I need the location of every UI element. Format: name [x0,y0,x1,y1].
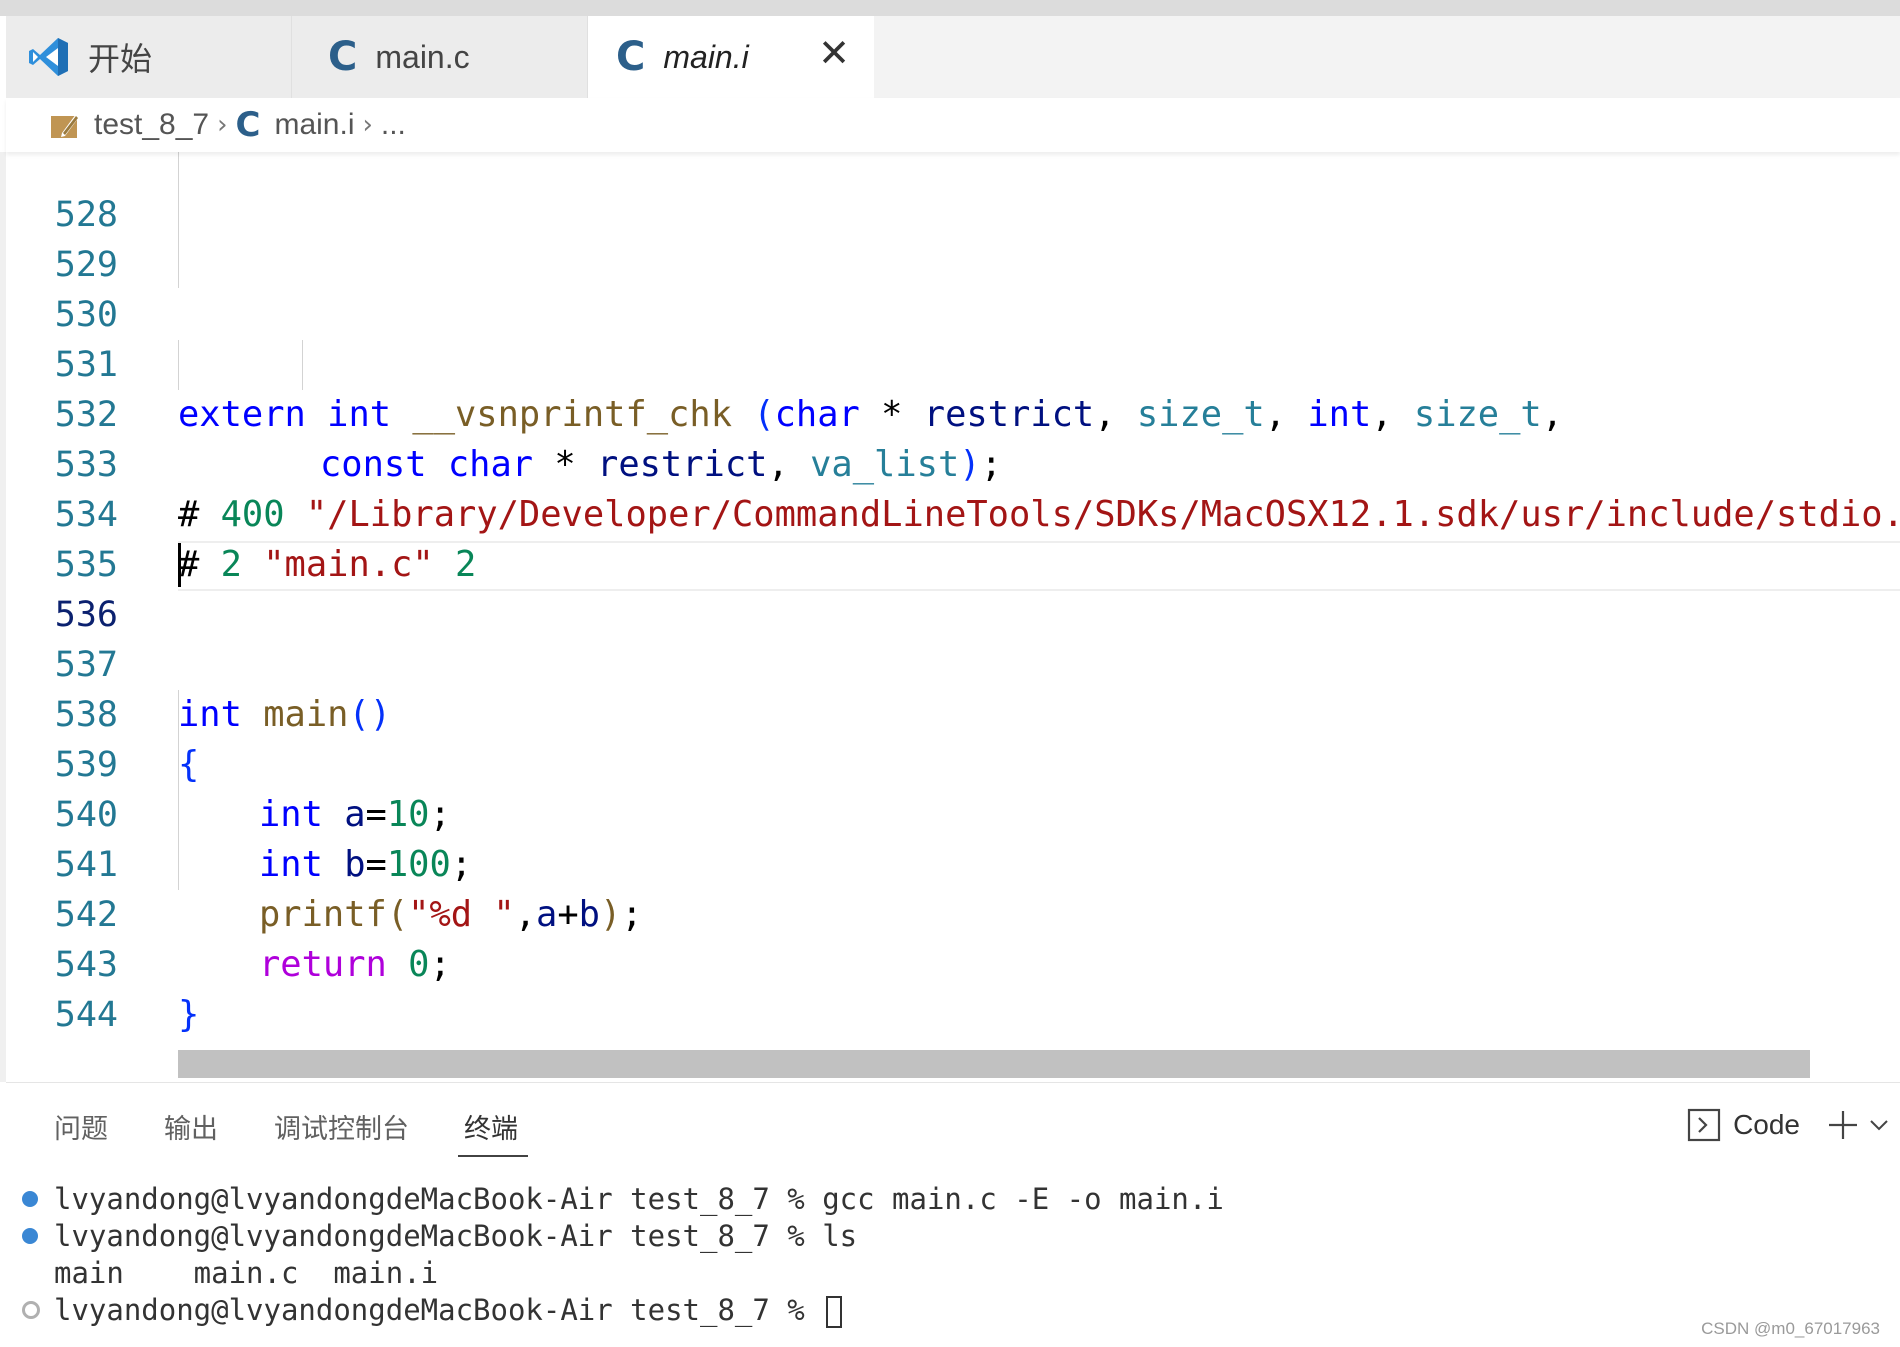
code-line: 532 const char * restrict, va_list); [6,340,1900,485]
code-line: 538 { [6,640,1900,785]
editor-tab-bar: 开始 C main.c C main.i ✕ [6,16,1900,98]
c-file-icon: C [616,34,646,80]
c-file-icon: C [235,105,261,145]
breadcrumb: test_8_7 › C main.i › ... [6,98,1900,152]
terminal-controls: Code [1687,1103,1900,1147]
breadcrumb-folder[interactable]: test_8_7 [94,108,209,142]
code-line: 533 # 400 "/Library/Developer/CommandLin… [6,390,1900,535]
tab-terminal[interactable]: 终端 [464,1107,518,1146]
terminal-cursor [826,1296,843,1328]
folder-icon [51,114,79,138]
command-success-dot[interactable] [22,1228,38,1244]
watermark: CSDN @m0_67017963 [1701,1319,1880,1338]
terminal-icon [1687,1108,1721,1142]
tab-welcome[interactable]: 开始 [6,16,292,98]
code-line: 529 [6,190,1900,285]
code-line: 531 extern int __vsnprintf_chk (char * r… [6,290,1900,435]
code-line: 530 [6,240,1900,335]
tab-debug-console[interactable]: 调试控制台 [274,1107,409,1146]
terminal-line: main main.c main.i [54,1256,439,1290]
code-editor[interactable]: 528 529 530 531 extern int __vsnprintf_c… [6,152,1900,1082]
command-success-dot[interactable] [22,1191,38,1207]
terminal-line: lvyandong@lvyandongdeMacBook-Air test_8_… [54,1182,1224,1216]
terminal-line: lvyandong@lvyandongdeMacBook-Air test_8_… [54,1219,858,1253]
tab-main-i[interactable]: C main.i ✕ [588,16,874,98]
terminal-name[interactable]: Code [1733,1109,1800,1141]
code-line: 528 [6,152,1900,235]
text-cursor [178,543,181,587]
chevron-right-icon: › [362,110,373,140]
terminal-prompt-line[interactable]: lvyandong@lvyandongdeMacBook-Air test_8_… [54,1291,843,1329]
tab-problems[interactable]: 问题 [54,1107,108,1146]
tab-main-i-label: main.i [663,38,749,75]
line-number: 544 [54,995,118,1035]
tab-welcome-label: 开始 [88,41,153,77]
vscode-logo-icon [29,38,68,76]
close-tab-icon[interactable]: ✕ [818,34,850,72]
chevron-down-icon[interactable] [1866,1108,1892,1142]
tab-output[interactable]: 输出 [164,1107,218,1146]
terminal-prompt: lvyandong@lvyandongdeMacBook-Air test_8_… [54,1293,823,1327]
horizontal-scrollbar[interactable] [178,1050,1810,1078]
code-line: 535 [6,490,1900,585]
window-top-strip [0,0,1900,16]
code-line: 543 } [6,890,1900,1035]
code-line: 539 int a=10; [6,690,1900,835]
breadcrumb-symbols[interactable]: ... [381,108,406,142]
code-line: 540 int b=100; [6,740,1900,885]
code-line: 542 return 0; [6,840,1900,985]
code-line: 544 [6,940,1900,1035]
plus-icon[interactable] [1826,1108,1860,1142]
chevron-right-icon: › [217,110,228,140]
tab-main-c[interactable]: C main.c [292,16,588,98]
code-line: 541 printf("%d ",a+b); [6,790,1900,935]
code-line: 536 [6,540,1900,635]
code-text: } [178,990,199,1040]
code-line: 534 # 2 "main.c" 2 [6,440,1900,585]
bottom-panel: 问题 输出 调试控制台 终端 Code lvyandong@lvyandongd… [6,1082,1900,1347]
code-line: 537 int main() [6,590,1900,735]
c-file-icon: C [328,34,358,80]
active-tab-indicator [458,1155,528,1157]
tab-main-c-label: main.c [375,38,470,75]
breadcrumb-file[interactable]: main.i [274,108,354,142]
token-brace: } [178,994,200,1035]
command-pending-dot [22,1301,40,1319]
